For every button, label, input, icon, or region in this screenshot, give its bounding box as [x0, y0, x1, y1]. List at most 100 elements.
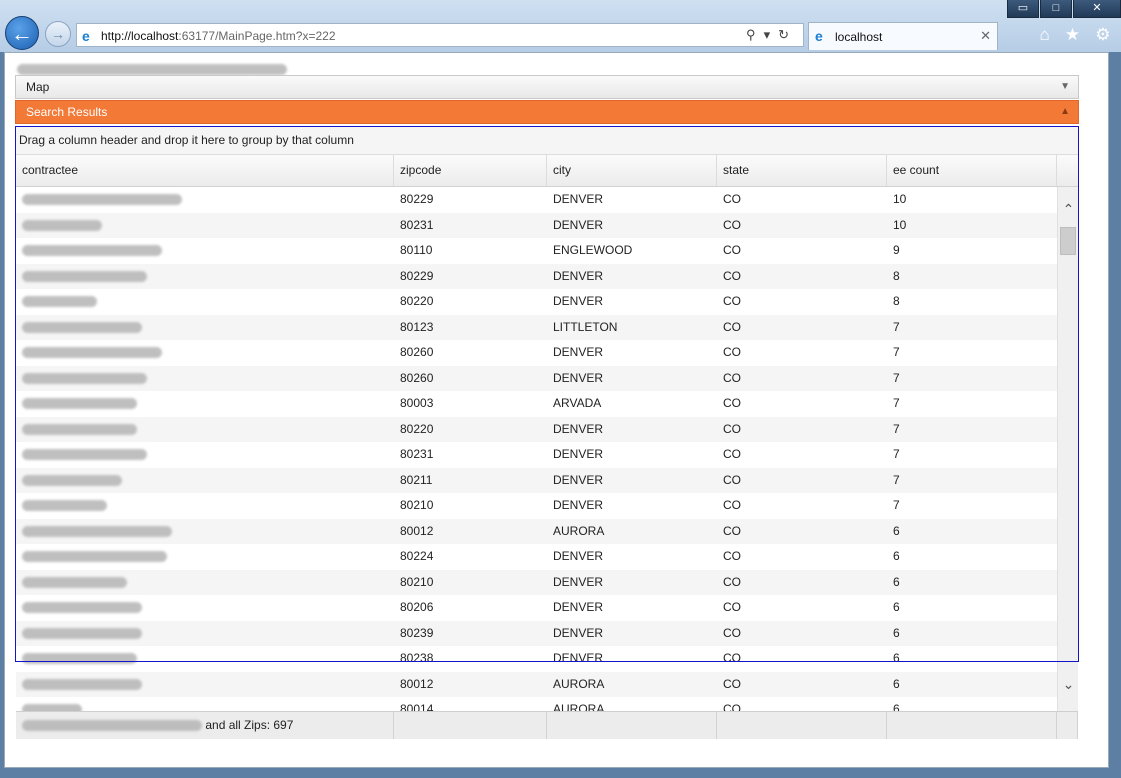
cell-state: CO [723, 574, 741, 589]
cell-city: DENVER [553, 574, 604, 589]
grid-footer: and all Zips: 697 [16, 711, 1078, 739]
footer-cell [394, 712, 547, 739]
grid-header-row: contractee zipcode city state ee count [16, 155, 1078, 187]
table-row[interactable]: 80238 DENVER CO 6 [16, 646, 1078, 672]
column-header-ee-count[interactable]: ee count [887, 155, 1057, 186]
cell-zipcode: 80123 [400, 319, 434, 334]
table-row[interactable]: 80210 DENVER CO 6 [16, 569, 1078, 595]
browser-tab[interactable]: e localhost ✕ [808, 22, 998, 50]
cell-zipcode: 80231 [400, 217, 434, 232]
cell-count: 6 [893, 600, 900, 614]
table-row[interactable]: 80231 DENVER CO 10 [16, 212, 1078, 238]
table-row[interactable]: 80210 DENVER CO 7 [16, 493, 1078, 519]
column-header-zipcode[interactable]: zipcode [394, 155, 547, 186]
redacted-contractee [22, 678, 142, 690]
cell-city: DENVER [553, 217, 604, 232]
cell-count: 6 [893, 574, 900, 589]
expand-arrow-icon[interactable]: ▼ [1060, 76, 1070, 98]
cell-contractee [16, 672, 394, 698]
grid-body: 80229 DENVER CO 10 80231 DENVER CO 10 80110 ENGLE… [16, 187, 1078, 711]
table-row[interactable]: 80012 AURORA CO 6 [16, 671, 1078, 698]
scroll-thumb[interactable] [1060, 227, 1076, 255]
redacted-contractee [22, 602, 142, 613]
settings-gear-icon[interactable]: ⚙ [1095, 25, 1110, 45]
table-row[interactable]: 80260 DENVER CO 7 [16, 365, 1078, 392]
column-header-contractee[interactable]: contractee [16, 155, 394, 186]
cell-zipcode: 80224 [400, 549, 434, 563]
table-row[interactable]: 80110 ENGLEWOOD CO 9 [16, 238, 1078, 264]
table-row[interactable]: 80224 DENVER CO 6 [16, 544, 1078, 570]
table-row[interactable]: 80220 DENVER CO 8 [16, 289, 1078, 315]
cell-zipcode: 80229 [400, 192, 434, 206]
cell-state: CO [723, 268, 741, 283]
table-row[interactable]: 80003 ARVADA CO 7 [16, 391, 1078, 417]
dropdown-icon[interactable]: ▾ [764, 27, 779, 42]
cell-contractee [16, 417, 394, 443]
table-row[interactable]: 80229 DENVER CO 8 [16, 263, 1078, 289]
cell-count: 7 [893, 319, 900, 334]
table-row[interactable]: 80260 DENVER CO 7 [16, 340, 1078, 366]
map-panel-label: Map [26, 80, 50, 94]
close-tab-icon[interactable]: ✕ [980, 28, 991, 44]
cell-state: CO [723, 192, 741, 206]
table-row[interactable]: 80229 DENVER CO 10 [16, 187, 1078, 213]
cell-city: ENGLEWOOD [553, 243, 633, 257]
scroll-down-icon[interactable]: ⌄ [1060, 676, 1077, 693]
home-icon[interactable]: ⌂ [1040, 25, 1050, 45]
maximize-button[interactable]: □ [1040, 0, 1072, 18]
cell-contractee [16, 366, 394, 392]
table-row[interactable]: 80014 AURORA CO 6 [16, 697, 1078, 711]
search-icon[interactable]: ⚲ [746, 27, 764, 42]
address-bar[interactable]: e http://localhost:63177/MainPage.htm?x=… [76, 23, 804, 47]
redacted-contractee [22, 704, 82, 711]
forward-button[interactable]: → [45, 21, 71, 47]
back-button[interactable]: ← [5, 16, 39, 50]
cell-state: CO [723, 702, 741, 711]
cell-city: ARVADA [553, 396, 602, 410]
cell-state: CO [723, 472, 741, 487]
cell-contractee [16, 238, 394, 264]
table-row[interactable]: 80123 LITTLETON CO 7 [16, 314, 1078, 341]
cell-city: DENVER [553, 268, 604, 283]
table-row[interactable]: 80206 DENVER CO 6 [16, 595, 1078, 621]
cell-contractee [16, 468, 394, 494]
vertical-scrollbar[interactable]: ⌃ ⌄ [1057, 187, 1078, 711]
map-panel-header[interactable]: Map ▼ [15, 75, 1079, 99]
cell-contractee [16, 315, 394, 341]
table-row[interactable]: 80220 DENVER CO 7 [16, 416, 1078, 443]
refresh-icon[interactable]: ↻ [778, 27, 797, 42]
cell-state: CO [723, 370, 741, 385]
minimize-button[interactable]: ▭ [1007, 0, 1039, 18]
search-results-panel-header[interactable]: Search Results ▲ [15, 100, 1079, 124]
cell-city: DENVER [553, 192, 604, 206]
cell-count: 7 [893, 396, 900, 410]
redacted-contractee [22, 372, 147, 384]
cell-count: 8 [893, 268, 900, 283]
column-header-state[interactable]: state [717, 155, 887, 186]
scroll-up-icon[interactable]: ⌃ [1060, 201, 1077, 218]
cell-count: 8 [893, 294, 900, 308]
cell-zipcode: 80110 [400, 243, 433, 257]
cell-zipcode: 80220 [400, 294, 434, 308]
column-header-city[interactable]: city [547, 155, 717, 186]
cell-count: 6 [893, 549, 900, 563]
cell-state: CO [723, 498, 741, 512]
cell-zipcode: 80012 [400, 676, 434, 691]
group-drop-area[interactable]: Drag a column header and drop it here to… [16, 127, 1078, 155]
redacted-contractee [22, 525, 172, 537]
redacted-contractee [22, 576, 127, 588]
cell-city: DENVER [553, 472, 604, 487]
table-row[interactable]: 80012 AURORA CO 6 [16, 518, 1078, 544]
column-header-spacer [1057, 155, 1078, 186]
cell-count: 7 [893, 447, 900, 461]
favorites-star-icon[interactable]: ★ [1065, 25, 1080, 45]
cell-state: CO [723, 676, 741, 691]
address-url[interactable]: http://localhost:63177/MainPage.htm?x=22… [101, 29, 336, 43]
collapse-arrow-icon[interactable]: ▲ [1060, 101, 1070, 123]
table-row[interactable]: 80239 DENVER CO 6 [16, 620, 1078, 646]
close-window-button[interactable]: ✕ [1073, 0, 1121, 18]
table-row[interactable]: 80211 DENVER CO 7 [16, 467, 1078, 494]
cell-contractee [16, 187, 394, 213]
table-row[interactable]: 80231 DENVER CO 7 [16, 442, 1078, 468]
redacted-contractee [22, 245, 162, 256]
